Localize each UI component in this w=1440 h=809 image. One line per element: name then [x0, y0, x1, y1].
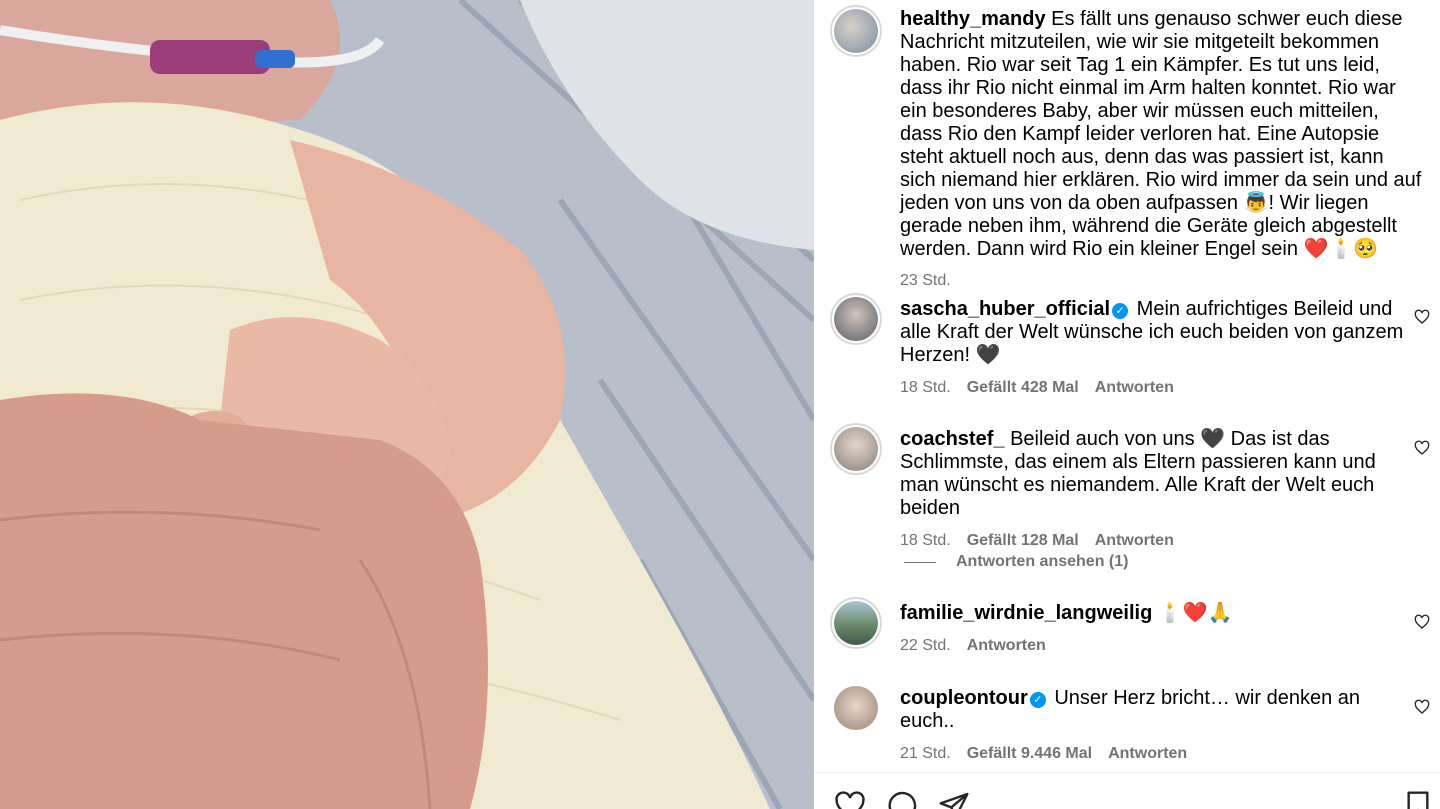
paper-plane-icon[interactable]: [938, 790, 970, 809]
heart-outline-icon[interactable]: [1414, 699, 1430, 715]
comment-time[interactable]: 18 Std.: [900, 376, 951, 399]
comments-panel: healthy_mandy Es fällt uns genauso schwe…: [814, 0, 1440, 809]
heart-outline-icon[interactable]: [1414, 440, 1430, 456]
caption-username[interactable]: healthy_mandy: [900, 8, 1046, 30]
avatar[interactable]: [830, 597, 882, 649]
comment-username[interactable]: coupleontour: [900, 687, 1028, 709]
view-replies-button[interactable]: Antworten ansehen (1): [904, 553, 1128, 571]
newborn-hand-illustration: [0, 0, 814, 809]
view-replies-label[interactable]: Antworten ansehen (1): [956, 553, 1128, 571]
reply-button[interactable]: Antworten: [1095, 376, 1174, 399]
heart-outline-icon[interactable]: [834, 790, 866, 809]
comment-likes[interactable]: Gefällt 428 Mal: [967, 376, 1079, 399]
replies-divider: [904, 561, 936, 563]
heart-outline-icon[interactable]: [1414, 309, 1430, 325]
avatar[interactable]: [830, 5, 882, 57]
reply-button[interactable]: Antworten: [1095, 529, 1174, 552]
comment-bubble-icon[interactable]: [886, 790, 918, 809]
caption-time[interactable]: 23 Std.: [900, 269, 951, 292]
reply-button[interactable]: Antworten: [1108, 742, 1187, 765]
comment-likes[interactable]: Gefällt 128 Mal: [967, 529, 1079, 552]
comment-likes[interactable]: Gefällt 9.446 Mal: [967, 742, 1092, 765]
reply-button[interactable]: Antworten: [967, 634, 1046, 657]
action-bar-divider: [814, 772, 1440, 773]
verified-badge-icon: ✓: [1112, 303, 1129, 319]
bookmark-icon[interactable]: [1402, 790, 1434, 809]
avatar[interactable]: [830, 293, 882, 345]
comment-time[interactable]: 18 Std.: [900, 529, 951, 552]
comment-username[interactable]: coachstef_: [900, 428, 1005, 450]
avatar[interactable]: [830, 423, 882, 475]
comment-time[interactable]: 21 Std.: [900, 742, 951, 765]
caption-text: Es fällt uns genauso schwer euch diese N…: [900, 8, 1422, 260]
comment-text: 🕯️❤️🙏: [1157, 602, 1233, 624]
avatar[interactable]: [830, 682, 882, 734]
comment-time[interactable]: 22 Std.: [900, 634, 951, 657]
verified-badge-icon: ✓: [1029, 692, 1046, 708]
comment-username[interactable]: familie_wirdnie_langweilig: [900, 602, 1152, 624]
post-photo: [0, 0, 814, 809]
action-bar: [834, 790, 970, 809]
comment-username[interactable]: sascha_huber_official: [900, 298, 1110, 320]
heart-outline-icon[interactable]: [1414, 614, 1430, 630]
